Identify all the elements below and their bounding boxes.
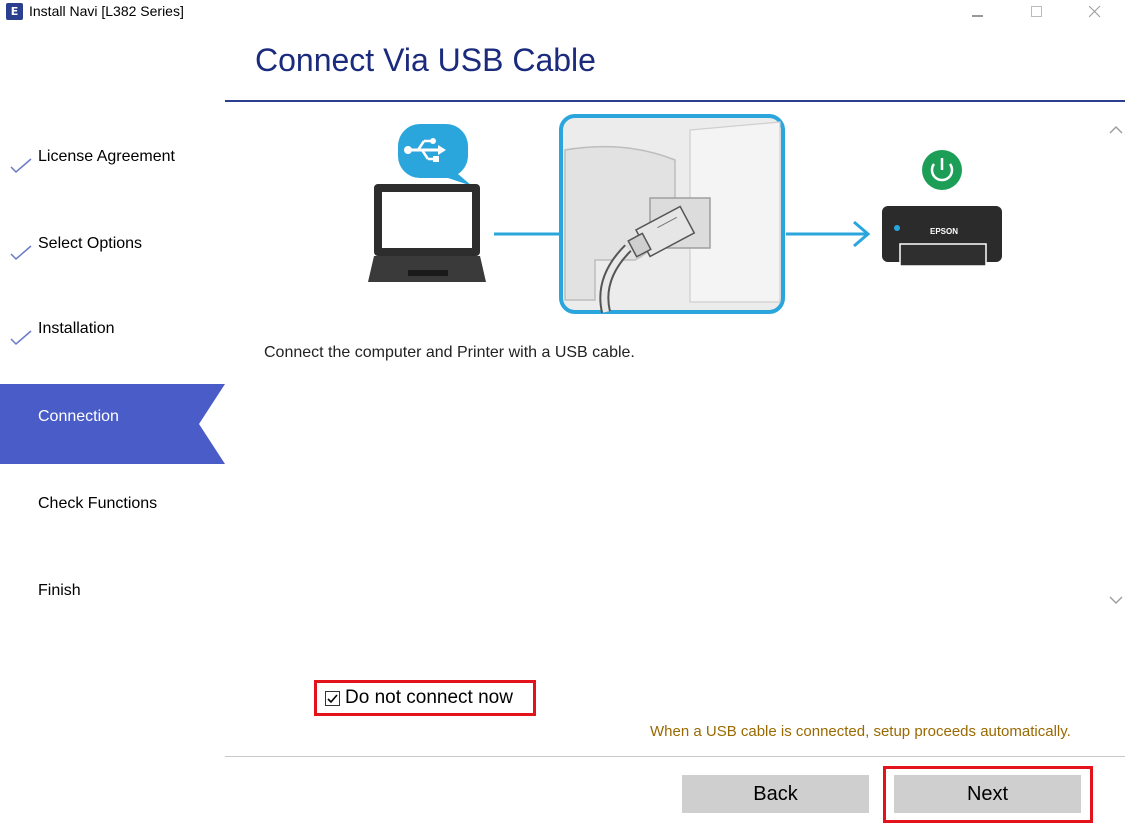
- checkbox-check-icon: [327, 693, 338, 703]
- step-license-agreement: License Agreement: [0, 124, 225, 204]
- step-connection: Connection: [0, 384, 225, 464]
- checkmark-icon: [10, 330, 32, 346]
- title-bar: E Install Navi [L382 Series]: [0, 0, 1125, 24]
- header-divider: [225, 100, 1125, 102]
- connection-illustration: EPSON: [368, 114, 1002, 314]
- step-label: Finish: [38, 582, 81, 599]
- step-label: Select Options: [38, 235, 143, 252]
- app-icon: E: [6, 3, 23, 20]
- step-label: Check Functions: [38, 495, 158, 512]
- printer-icon: EPSON: [882, 206, 1002, 267]
- step-select-options: Select Options: [0, 211, 225, 291]
- scroll-down-icon[interactable]: [1108, 592, 1124, 608]
- close-icon: [1089, 6, 1101, 18]
- step-finish: Finish: [0, 558, 225, 638]
- minimize-icon: [972, 15, 983, 17]
- checkmark-icon: [10, 245, 32, 261]
- usb-port-closeup: [559, 114, 785, 314]
- maximize-icon: [1031, 6, 1042, 17]
- step-label: Installation: [38, 320, 115, 337]
- checkmark-icon: [10, 158, 32, 174]
- page-title: Connect Via USB Cable: [255, 42, 596, 78]
- close-button[interactable]: [1072, 0, 1118, 24]
- printer-brand-label: EPSON: [930, 227, 958, 236]
- window-title: Install Navi [L382 Series]: [29, 3, 184, 19]
- scroll-up-icon[interactable]: [1108, 122, 1124, 138]
- step-label: Connection: [38, 408, 119, 425]
- instruction-text: Connect the computer and Printer with a …: [264, 344, 635, 361]
- steps-sidebar: License Agreement Select Options Install…: [0, 24, 225, 832]
- step-label: License Agreement: [38, 148, 175, 165]
- footer-divider: [225, 756, 1125, 757]
- auto-setup-hint: When a USB cable is connected, setup pro…: [650, 723, 1071, 740]
- minimize-button[interactable]: [955, 0, 1001, 24]
- maximize-button[interactable]: [1014, 0, 1060, 24]
- back-button[interactable]: Back: [682, 775, 869, 813]
- do-not-connect-highlight: Do not connect now: [314, 680, 536, 716]
- current-step-indicator: [199, 384, 225, 464]
- step-installation: Installation: [0, 296, 225, 376]
- usb-icon: [398, 124, 472, 186]
- do-not-connect-label[interactable]: Do not connect now: [345, 687, 513, 709]
- do-not-connect-checkbox[interactable]: [325, 690, 340, 706]
- step-check-functions: Check Functions: [0, 471, 225, 551]
- laptop-icon: [368, 184, 486, 282]
- power-icon: [922, 150, 962, 190]
- next-button[interactable]: Next: [894, 775, 1081, 813]
